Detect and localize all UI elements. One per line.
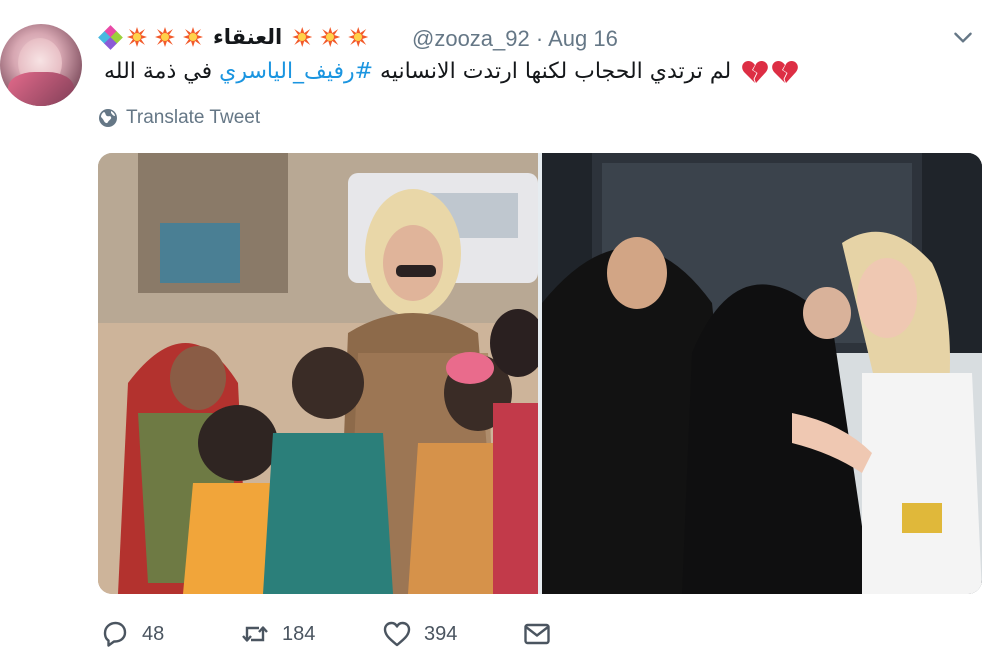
burst-icon: [182, 26, 204, 48]
handle-and-date: @zooza_92 · Aug 16: [412, 26, 618, 52]
like-count: 394: [424, 622, 458, 645]
media-grid: [98, 153, 982, 594]
retweet-button[interactable]: 184: [240, 612, 315, 656]
display-name[interactable]: العنقاء: [98, 20, 369, 54]
translate-tweet-link[interactable]: Translate Tweet: [98, 105, 260, 131]
heart-icon: [383, 621, 411, 647]
handle[interactable]: @zooza_92: [412, 26, 530, 51]
photo-woman-with-children[interactable]: [98, 153, 538, 594]
tweet-actions: 48 184 394: [100, 612, 580, 656]
tweet-header: العنقاء @zooza_92 · Aug 16: [98, 18, 980, 58]
burst-icon: [291, 26, 313, 48]
tweet: العنقاء @zooza_92 · Aug 16 لم ترتدي الحج…: [0, 0, 1000, 668]
envelope-icon: [524, 623, 550, 645]
reply-count: 48: [142, 622, 165, 645]
separator: ·: [535, 26, 544, 51]
direct-message-button[interactable]: [522, 612, 552, 656]
hashtag-link[interactable]: #رفيف_الياسري: [219, 59, 373, 84]
display-name-text: العنقاء: [213, 25, 283, 49]
tweet-text-content: لم ترتدي الحجاب لكنها ارتدت الانسانيه #ر…: [104, 55, 731, 89]
reply-icon: [103, 621, 127, 647]
retweet-count: 184: [282, 622, 316, 645]
tweet-date[interactable]: Aug 16: [548, 26, 618, 51]
emoji-group: [741, 60, 799, 84]
broken-heart-icon: [742, 61, 769, 83]
burst-icon: [347, 26, 369, 48]
diamond-icon: [98, 25, 123, 50]
avatar[interactable]: [0, 24, 82, 106]
reply-button[interactable]: 48: [100, 612, 164, 656]
burst-icon: [154, 26, 176, 48]
burst-icon: [319, 26, 341, 48]
globe-icon: [99, 109, 117, 127]
tweet-text: لم ترتدي الحجاب لكنها ارتدت الانسانيه #ر…: [104, 54, 974, 90]
photo-women-embracing[interactable]: [542, 153, 982, 594]
tweet-text-body: لم ترتدي الحجاب لكنها ارتدت الانسانيه: [373, 59, 732, 84]
chevron-down-icon[interactable]: [950, 24, 976, 50]
photo-left-scene: [98, 153, 538, 594]
translate-label: Translate Tweet: [126, 107, 261, 128]
broken-heart-icon: [772, 61, 799, 83]
retweet-icon: [242, 626, 268, 642]
avatar-scarf: [8, 72, 74, 106]
photo-right-scene: [542, 153, 982, 594]
burst-icon: [126, 26, 148, 48]
tweet-text-tail: في ذمة الله: [104, 59, 220, 84]
like-button[interactable]: 394: [382, 612, 457, 656]
